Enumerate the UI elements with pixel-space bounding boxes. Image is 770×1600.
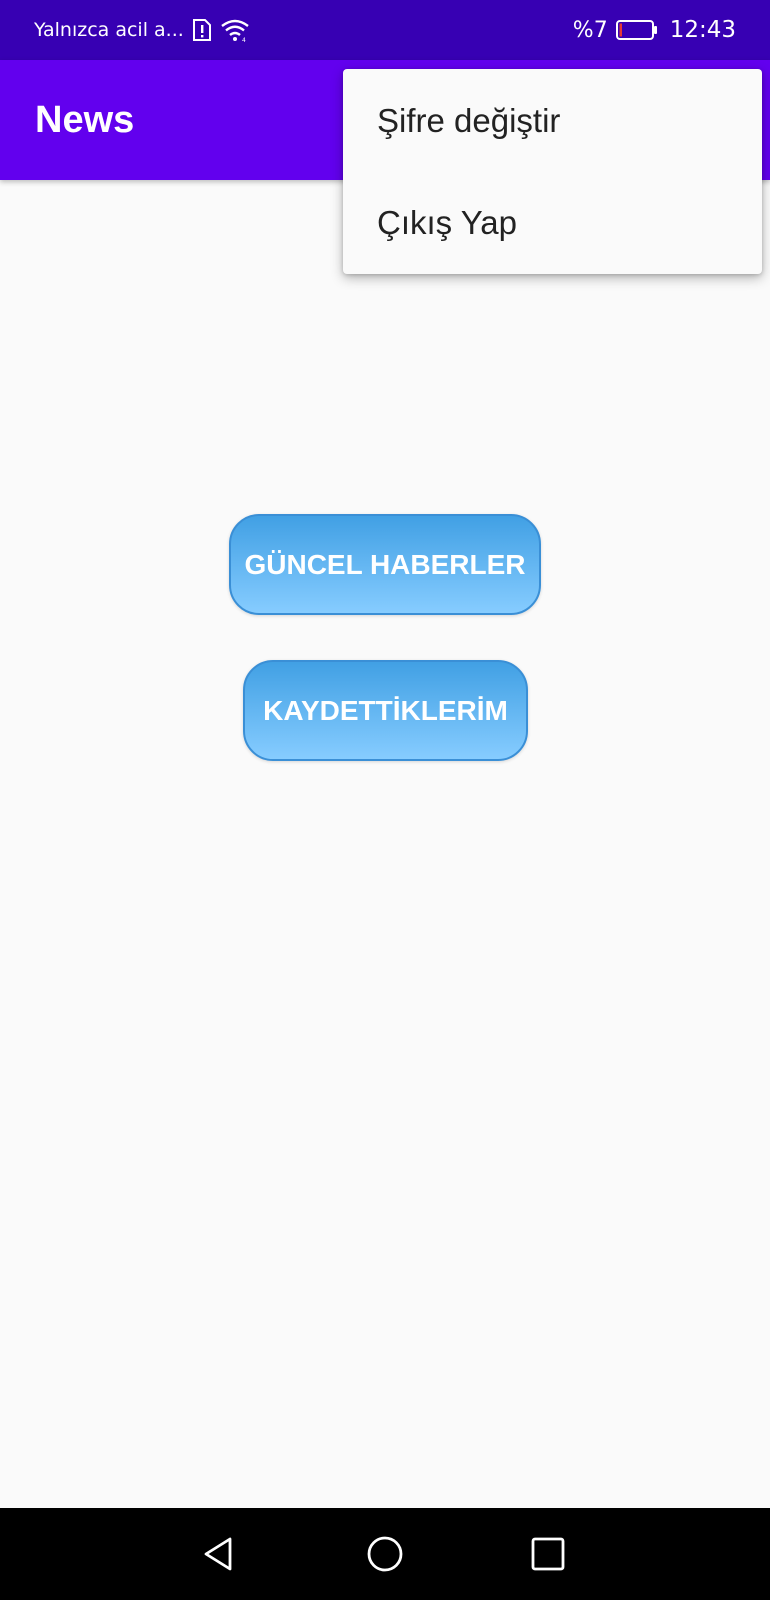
- app-title: News: [35, 99, 135, 141]
- overflow-menu: Şifre değiştir Çıkış Yap: [343, 69, 762, 274]
- home-icon[interactable]: [345, 1508, 425, 1600]
- battery-percent: %7: [572, 17, 608, 43]
- back-icon[interactable]: [180, 1508, 260, 1600]
- current-news-button[interactable]: GÜNCEL HABERLER: [229, 514, 541, 615]
- menu-item-change-password[interactable]: Şifre değiştir: [343, 71, 762, 171]
- svg-text:4: 4: [242, 37, 246, 42]
- status-bar: Yalnızca acil a... 4 %7 12:43: [0, 0, 770, 60]
- recents-icon[interactable]: [508, 1508, 588, 1600]
- menu-item-logout[interactable]: Çıkış Yap: [343, 173, 762, 273]
- wifi-icon: 4: [220, 18, 250, 42]
- status-right: %7 12:43: [573, 0, 736, 60]
- clock: 12:43: [669, 17, 736, 43]
- status-left: Yalnızca acil a... 4: [34, 0, 250, 60]
- sim-alert-icon: [192, 18, 212, 42]
- navigation-bar: [0, 1508, 770, 1600]
- saved-items-button[interactable]: KAYDETTİKLERİM: [243, 660, 528, 761]
- battery-icon: [615, 19, 658, 41]
- carrier-text: Yalnızca acil a...: [34, 19, 184, 41]
